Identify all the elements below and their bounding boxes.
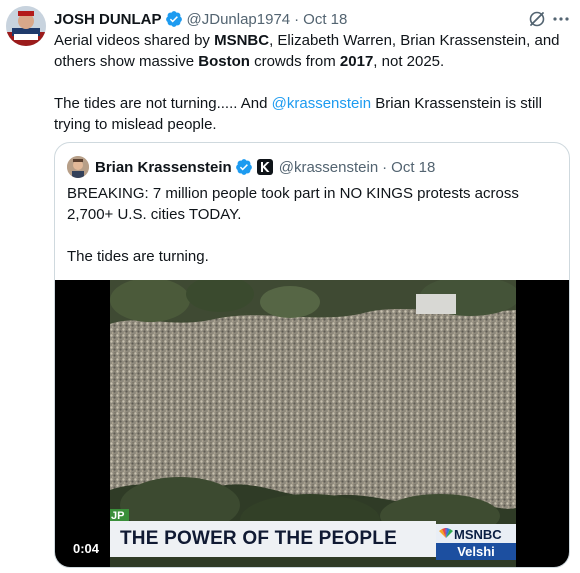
separator-dot: · [294, 10, 300, 28]
author-handle[interactable]: @JDunlap1974 [187, 11, 291, 28]
tweet-text: Aerial videos shared by MSNBC, Elizabeth… [54, 30, 570, 135]
grok-icon[interactable] [528, 10, 546, 28]
text-bold-msnbc: MSNBC [214, 32, 270, 49]
verified-badge-icon[interactable] [165, 10, 183, 28]
network-name: MSNBC [454, 527, 502, 542]
tweet-header: JOSH DUNLAP @JDunlap1974 · Oct 18 [54, 8, 540, 30]
tweet-paragraph-2: The tides are not turning..... And @kras… [54, 93, 570, 135]
quoted-paragraph-1: BREAKING: 7 million people took part in … [67, 185, 519, 223]
video-duration: 0:04 [69, 539, 104, 558]
quoted-tweet[interactable]: Brian Krassenstein @krassenstein · Oct 1… [54, 142, 570, 568]
text-segment: The tides are not turning..... And [54, 95, 272, 112]
quoted-tweet-header: Brian Krassenstein @krassenstein · Oct 1… [67, 156, 435, 178]
tweet-paragraph-1: Aerial videos shared by MSNBC, Elizabeth… [54, 30, 570, 72]
text-segment: , not 2025. [373, 53, 445, 70]
quoted-author-handle[interactable]: @krassenstein [279, 159, 378, 176]
quoted-author-avatar[interactable] [67, 156, 89, 178]
text-bold-year: 2017 [339, 53, 374, 70]
chyron-text: THE POWER OF THE PEOPLE [120, 528, 397, 549]
peacock-icon [439, 528, 453, 538]
author-name[interactable]: JOSH DUNLAP [54, 11, 162, 28]
network-logo: MSNBC Velshi [436, 524, 516, 560]
quoted-tweet-timestamp[interactable]: Oct 18 [391, 159, 435, 176]
text-segment: Aerial videos shared by [54, 32, 215, 49]
quoted-paragraph-2: The tides are turning. [67, 248, 209, 265]
text-bold-boston: Boston [198, 53, 250, 70]
text-segment: crowds from [249, 53, 340, 70]
quoted-tweet-text: BREAKING: 7 million people took part in … [67, 183, 557, 267]
affiliation-badge-icon[interactable] [256, 159, 273, 175]
tweet-timestamp[interactable]: Oct 18 [303, 11, 347, 28]
video-player[interactable]: JP THE POWER OF THE PEOPLE MSNBC Velshi … [55, 280, 569, 567]
author-avatar[interactable] [6, 6, 46, 46]
verified-badge-icon[interactable] [235, 158, 253, 176]
video-chyron: THE POWER OF THE PEOPLE [110, 521, 436, 557]
show-name: Velshi [436, 543, 516, 560]
more-options-icon[interactable] [552, 10, 570, 28]
quoted-author-name[interactable]: Brian Krassenstein [95, 159, 232, 176]
mention-link[interactable]: @krassenstein [272, 95, 371, 112]
separator-dot: · [382, 158, 388, 176]
